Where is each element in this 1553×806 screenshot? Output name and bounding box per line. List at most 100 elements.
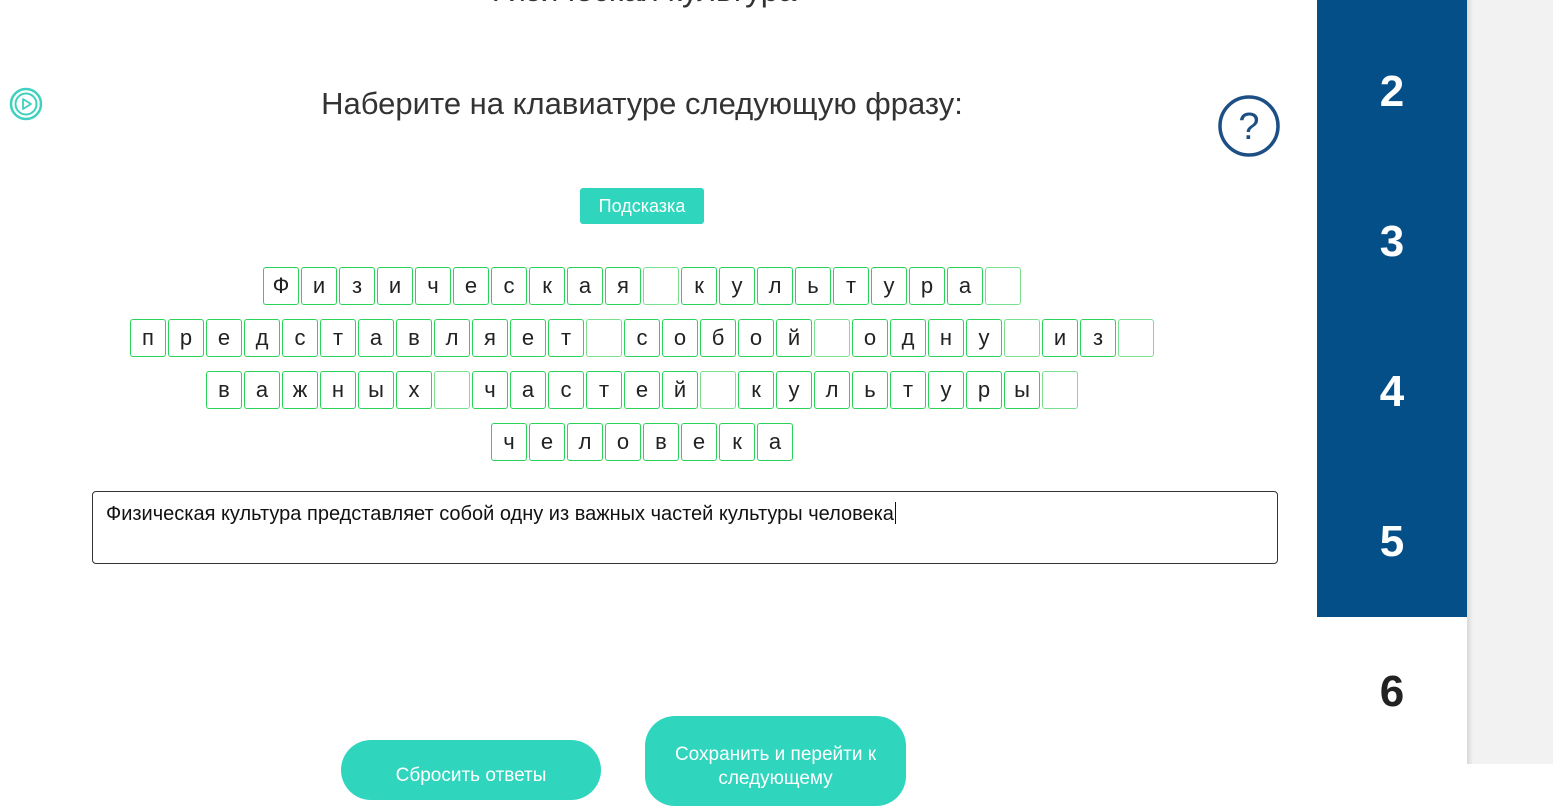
phrase-letter-cell: л — [567, 423, 603, 461]
phrase-letter-cell: а — [510, 371, 546, 409]
phrase-letter-cell: ы — [358, 371, 394, 409]
phrase-letter-cell: л — [434, 319, 470, 357]
phrase-letter-cell: а — [947, 267, 983, 305]
phrase-letter-cell: ь — [852, 371, 888, 409]
phrase-letter-cell: с — [491, 267, 527, 305]
phrase-letter-cell: п — [130, 319, 166, 357]
instruction-text: Наберите на клавиатуре следующую фразу: — [321, 86, 963, 121]
phrase-letter-cell: а — [757, 423, 793, 461]
phrase-letter-cell: й — [662, 371, 698, 409]
phrase-space-cell — [434, 371, 470, 409]
phrase-letter-cell: л — [757, 267, 793, 305]
phrase-letter-cell: т — [548, 319, 584, 357]
save-next-button[interactable]: Сохранить и перейти к следующему — [645, 716, 906, 806]
phrase-letter-cell: у — [776, 371, 812, 409]
phrase-line: представляет собой одну из — [0, 319, 1284, 359]
hint-button[interactable]: Подсказка — [580, 188, 704, 224]
phrase-letter-cell: у — [966, 319, 1002, 357]
phrase-letter-cell: Ф — [263, 267, 299, 305]
phrase-letter-cell: о — [662, 319, 698, 357]
phrase-letter-cell: к — [738, 371, 774, 409]
phrase-space-cell — [700, 371, 736, 409]
phrase-letter-cell: о — [738, 319, 774, 357]
phrase-letter-cell: с — [282, 319, 318, 357]
phrase-letter-cell: р — [966, 371, 1002, 409]
phrase-letter-cell: в — [396, 319, 432, 357]
phrase-letter-cell: ы — [1004, 371, 1040, 409]
phrase-letter-cell: к — [529, 267, 565, 305]
main-content: Физическая культура Наберите на клавиату… — [0, 0, 1317, 806]
phrase-letter-cell: с — [624, 319, 660, 357]
question-circle-icon[interactable]: ? — [1217, 94, 1281, 158]
phrase-letter-cell: е — [681, 423, 717, 461]
phrase-line: человека — [0, 423, 1284, 463]
phrase-letter-cell: з — [339, 267, 375, 305]
phrase-letter-cell: й — [776, 319, 812, 357]
phrase-letter-cell: и — [377, 267, 413, 305]
phrase-letter-cell: ч — [415, 267, 451, 305]
phrase-letter-cell: н — [928, 319, 964, 357]
phrase-space-cell — [1004, 319, 1040, 357]
phrase-letter-cell: о — [852, 319, 888, 357]
phrase-letter-cell: я — [605, 267, 641, 305]
phrase-letter-cell: т — [320, 319, 356, 357]
page-title: Физическая культура — [0, 0, 1280, 9]
phrase-letter-cell: т — [586, 371, 622, 409]
phrase-letter-cell: о — [605, 423, 641, 461]
svg-text:?: ? — [1238, 106, 1259, 148]
phrase-space-cell — [643, 267, 679, 305]
phrase-letter-cell: б — [700, 319, 736, 357]
phrase-letter-cell: е — [206, 319, 242, 357]
nav-item-3[interactable]: 3 — [1317, 167, 1467, 317]
phrase-space-cell — [586, 319, 622, 357]
phrase-grid: Физическая культура представляет собой о… — [0, 267, 1284, 475]
nav-item-4[interactable]: 4 — [1317, 317, 1467, 467]
nav-item-5[interactable]: 5 — [1317, 467, 1467, 617]
phrase-letter-cell: а — [358, 319, 394, 357]
phrase-letter-cell: у — [871, 267, 907, 305]
phrase-letter-cell: ь — [795, 267, 831, 305]
phrase-letter-cell: т — [833, 267, 869, 305]
answer-text: Физическая культура представляет собой о… — [106, 503, 894, 525]
phrase-letter-cell: у — [719, 267, 755, 305]
phrase-letter-cell: т — [890, 371, 926, 409]
answer-input[interactable]: Физическая культура представляет собой о… — [92, 491, 1278, 564]
phrase-letter-cell: в — [206, 371, 242, 409]
phrase-letter-cell: ч — [491, 423, 527, 461]
phrase-letter-cell: р — [168, 319, 204, 357]
nav-item-partial[interactable] — [1317, 0, 1467, 17]
phrase-letter-cell: н — [320, 371, 356, 409]
reset-answers-button[interactable]: Сбросить ответы — [341, 740, 601, 800]
page-margin — [1467, 0, 1553, 764]
phrase-line: Физическая культура — [0, 267, 1284, 307]
phrase-letter-cell: з — [1080, 319, 1116, 357]
phrase-space-cell — [1118, 319, 1154, 357]
text-caret — [894, 502, 896, 524]
nav-item-6[interactable]: 6 — [1317, 617, 1467, 767]
phrase-letter-cell: я — [472, 319, 508, 357]
phrase-letter-cell: с — [548, 371, 584, 409]
question-nav: 23456 — [1317, 0, 1467, 767]
phrase-letter-cell: л — [814, 371, 850, 409]
phrase-letter-cell: х — [396, 371, 432, 409]
phrase-letter-cell: к — [719, 423, 755, 461]
phrase-space-cell — [814, 319, 850, 357]
phrase-letter-cell: а — [244, 371, 280, 409]
phrase-letter-cell: и — [301, 267, 337, 305]
phrase-line: важных частей культуры — [0, 371, 1284, 411]
phrase-letter-cell: в — [643, 423, 679, 461]
phrase-letter-cell: ж — [282, 371, 318, 409]
phrase-letter-cell: е — [624, 371, 660, 409]
nav-item-2[interactable]: 2 — [1317, 17, 1467, 167]
phrase-letter-cell: д — [890, 319, 926, 357]
phrase-letter-cell: д — [244, 319, 280, 357]
phrase-letter-cell: е — [510, 319, 546, 357]
phrase-space-cell — [985, 267, 1021, 305]
phrase-letter-cell: е — [453, 267, 489, 305]
phrase-space-cell — [1042, 371, 1078, 409]
phrase-letter-cell: у — [928, 371, 964, 409]
phrase-letter-cell: р — [909, 267, 945, 305]
phrase-letter-cell: е — [529, 423, 565, 461]
phrase-letter-cell: к — [681, 267, 717, 305]
phrase-letter-cell: и — [1042, 319, 1078, 357]
